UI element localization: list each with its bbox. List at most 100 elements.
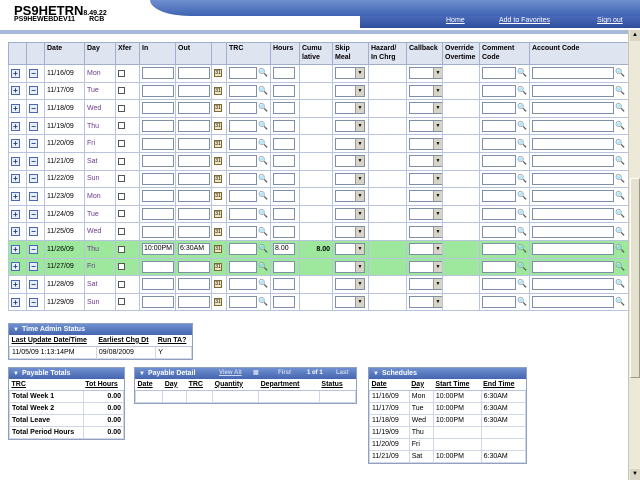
delete-row-button[interactable]: −	[29, 244, 38, 254]
callback-select[interactable]: ▼	[409, 225, 442, 238]
account-code-field[interactable]	[532, 243, 614, 256]
calendar-icon[interactable]: 31	[214, 104, 222, 113]
calendar-icon[interactable]: 31	[214, 157, 222, 166]
account-code-field[interactable]	[532, 208, 614, 221]
delete-row-button[interactable]: −	[29, 86, 38, 96]
grid-icon[interactable]: ▦	[253, 368, 259, 379]
calendar-icon[interactable]: 31	[214, 122, 222, 131]
xfer-checkbox[interactable]	[118, 175, 125, 183]
trc-lookup-icon[interactable]: 🔍	[258, 262, 268, 271]
delete-row-button[interactable]: −	[29, 209, 38, 219]
out-time-field[interactable]	[178, 225, 210, 238]
comment-code-lookup-icon[interactable]: 🔍	[517, 122, 527, 130]
comment-code-lookup-icon[interactable]: 🔍	[517, 210, 527, 218]
last-link[interactable]: Last	[336, 368, 348, 379]
account-code-lookup-icon[interactable]: 🔍	[615, 104, 625, 112]
out-time-field[interactable]	[178, 120, 210, 133]
trc-lookup-icon[interactable]: 🔍	[258, 157, 268, 165]
callback-select[interactable]: ▼	[409, 208, 442, 221]
callback-select[interactable]: ▼	[409, 260, 442, 273]
skip-meal-select[interactable]: ▼	[335, 208, 365, 221]
comment-code-field[interactable]	[482, 84, 516, 97]
callback-select[interactable]: ▼	[409, 120, 442, 133]
calendar-icon[interactable]: 31	[214, 245, 222, 254]
out-time-field[interactable]	[178, 172, 210, 185]
comment-code-field[interactable]	[482, 260, 516, 273]
trc-field[interactable]	[229, 260, 257, 273]
trc-field[interactable]	[229, 172, 257, 185]
in-time-field[interactable]	[142, 190, 174, 203]
skip-meal-select[interactable]: ▼	[335, 172, 365, 185]
first-link[interactable]: First	[278, 368, 291, 379]
trc-lookup-icon[interactable]: 🔍	[258, 174, 268, 183]
comment-code-field[interactable]	[482, 243, 516, 256]
trc-lookup-icon[interactable]: 🔍	[258, 210, 268, 218]
xfer-checkbox[interactable]	[118, 122, 125, 130]
account-code-field[interactable]	[532, 155, 614, 168]
callback-select[interactable]: ▼	[409, 296, 442, 309]
hours-field[interactable]	[273, 172, 295, 185]
comment-code-lookup-icon[interactable]: 🔍	[517, 298, 527, 306]
scroll-up-icon[interactable]: ▲	[630, 30, 640, 41]
comment-code-lookup-icon[interactable]: 🔍	[517, 174, 527, 183]
skip-meal-select[interactable]: ▼	[335, 260, 365, 273]
account-code-lookup-icon[interactable]: 🔍	[615, 69, 625, 77]
delete-row-button[interactable]: −	[29, 139, 38, 149]
trc-field[interactable]	[229, 243, 257, 256]
schedules-title[interactable]: ▼ Schedules	[369, 368, 526, 379]
comment-code-lookup-icon[interactable]: 🔍	[517, 280, 527, 288]
comment-code-field[interactable]	[482, 190, 516, 203]
hours-field[interactable]	[273, 296, 295, 309]
in-time-field[interactable]	[142, 208, 174, 221]
trc-field[interactable]	[229, 102, 257, 115]
hours-field[interactable]	[273, 84, 295, 97]
skip-meal-select[interactable]: ▼	[335, 278, 365, 291]
callback-select[interactable]: ▼	[409, 102, 442, 115]
xfer-checkbox[interactable]	[118, 210, 125, 218]
xfer-checkbox[interactable]	[118, 263, 125, 271]
out-time-field[interactable]	[178, 67, 210, 80]
callback-select[interactable]: ▼	[409, 155, 442, 168]
callback-select[interactable]: ▼	[409, 190, 442, 203]
delete-row-button[interactable]: −	[29, 103, 38, 113]
account-code-lookup-icon[interactable]: 🔍	[615, 86, 625, 95]
out-time-field[interactable]	[178, 190, 210, 203]
calendar-icon[interactable]: 31	[214, 192, 222, 201]
trc-field[interactable]	[229, 208, 257, 221]
add-row-button[interactable]: +	[11, 297, 20, 307]
add-row-button[interactable]: +	[11, 191, 20, 201]
account-code-field[interactable]	[532, 190, 614, 203]
out-time-field[interactable]	[178, 278, 210, 291]
comment-code-lookup-icon[interactable]: 🔍	[517, 157, 527, 165]
comment-code-field[interactable]	[482, 278, 516, 291]
in-time-field[interactable]	[142, 296, 174, 309]
sign-out-link[interactable]: Sign out	[597, 17, 623, 24]
trc-lookup-icon[interactable]: 🔍	[258, 86, 268, 95]
in-time-field[interactable]	[142, 278, 174, 291]
in-time-field[interactable]	[142, 102, 174, 115]
trc-lookup-icon[interactable]: 🔍	[258, 104, 268, 112]
delete-row-button[interactable]: −	[29, 174, 38, 184]
account-code-lookup-icon[interactable]: 🔍	[615, 174, 625, 183]
out-time-field[interactable]	[178, 155, 210, 168]
in-time-field[interactable]: 10:00PM	[142, 243, 174, 256]
scroll-down-icon[interactable]: ▼	[630, 469, 640, 480]
delete-row-button[interactable]: −	[29, 191, 38, 201]
comment-code-field[interactable]	[482, 67, 516, 80]
in-time-field[interactable]	[142, 172, 174, 185]
out-time-field[interactable]	[178, 296, 210, 309]
trc-lookup-icon[interactable]: 🔍	[258, 280, 268, 288]
home-link[interactable]: Home	[446, 17, 465, 24]
account-code-lookup-icon[interactable]: 🔍	[615, 280, 625, 288]
account-code-lookup-icon[interactable]: 🔍	[615, 139, 625, 148]
account-code-lookup-icon[interactable]: 🔍	[615, 245, 625, 253]
account-code-field[interactable]	[532, 260, 614, 273]
comment-code-lookup-icon[interactable]: 🔍	[517, 227, 527, 236]
skip-meal-select[interactable]: ▼	[335, 225, 365, 238]
add-row-button[interactable]: +	[11, 262, 20, 272]
in-time-field[interactable]	[142, 155, 174, 168]
trc-field[interactable]	[229, 67, 257, 80]
comment-code-field[interactable]	[482, 137, 516, 150]
comment-code-lookup-icon[interactable]: 🔍	[517, 139, 527, 148]
account-code-lookup-icon[interactable]: 🔍	[615, 192, 625, 200]
